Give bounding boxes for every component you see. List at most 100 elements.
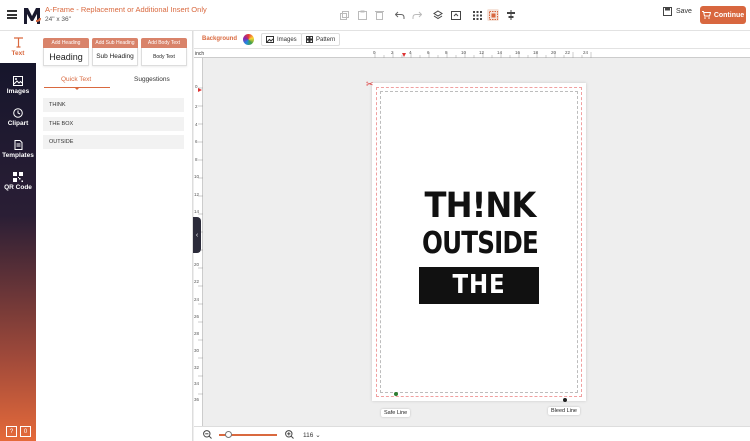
- ruler-tick-label: 32: [194, 365, 200, 370]
- left-sidebar: Text Images Clipart Templates QR Code ? …: [0, 31, 36, 441]
- bleed-line-marker: [563, 398, 567, 402]
- ruler-tick-label: 2: [195, 104, 198, 109]
- background-label[interactable]: Background: [202, 36, 237, 42]
- quick-text-item[interactable]: OUTSIDE: [43, 135, 184, 149]
- cart-icon: [701, 11, 711, 19]
- chevron-down-icon: ⌄: [315, 432, 321, 439]
- ruler-tick-label: 24: [583, 50, 589, 55]
- top-bar: A-Frame - Replacement or Additional Inse…: [0, 0, 750, 31]
- zoom-slider-thumb[interactable]: [225, 431, 233, 438]
- save-label: Save: [676, 8, 692, 15]
- text-panel: Add Heading Heading Add Sub Heading Sub …: [36, 31, 193, 441]
- zoom-out-icon[interactable]: [203, 430, 212, 439]
- preview-icon[interactable]: [450, 9, 462, 21]
- safe-line-marker: [394, 392, 398, 396]
- sidebar-item-label: Templates: [2, 151, 34, 159]
- tab-suggestions[interactable]: Suggestions: [134, 76, 170, 83]
- ruler-tick-label: 30: [194, 348, 200, 353]
- ruler-tick-label: 10: [194, 174, 200, 179]
- ruler-unit-label: inch: [195, 51, 205, 57]
- sidebar-item-label: Images: [6, 87, 30, 95]
- ruler-tick-label: 18: [533, 50, 539, 55]
- safe-line-label: Safe Line: [381, 409, 411, 417]
- add-sub-heading-button[interactable]: Add Sub Heading: [92, 38, 138, 48]
- image-icon: [266, 36, 274, 43]
- ruler-tick-label: 12: [479, 50, 485, 55]
- design-text-outside[interactable]: OUTSIDE: [414, 226, 545, 261]
- ruler-top: [194, 49, 750, 58]
- sidebar-item-text[interactable]: Text: [0, 31, 36, 63]
- ruler-tick-label: 34: [194, 381, 200, 386]
- continue-button[interactable]: Continue: [700, 6, 746, 24]
- align-icon[interactable]: [505, 9, 517, 21]
- paste-icon[interactable]: [356, 9, 368, 21]
- logo-icon: [24, 8, 41, 24]
- save-button[interactable]: Save: [663, 7, 692, 16]
- design-text-the-box-label: THE BOX: [450, 270, 508, 337]
- notification-count[interactable]: 0: [20, 426, 31, 437]
- ruler-tick-label: 36: [194, 397, 200, 402]
- add-heading-button[interactable]: Add Heading: [43, 38, 89, 48]
- sidebar-item-templates[interactable]: Templates: [0, 133, 36, 165]
- ruler-tick-label: 4: [409, 50, 412, 55]
- layers-icon[interactable]: [432, 9, 444, 21]
- clock-icon: [13, 107, 23, 118]
- pattern-button[interactable]: Pattern: [301, 33, 341, 46]
- chevron-left-icon: ‹: [195, 231, 199, 239]
- add-body-text-button[interactable]: Add Body Text: [141, 38, 187, 48]
- ruler-tick-label: 14: [497, 50, 503, 55]
- zoom-in-icon[interactable]: [285, 430, 294, 439]
- ruler-tick-label: 2: [391, 50, 394, 55]
- ruler-tick-label: 22: [194, 279, 200, 284]
- ruler-tick-label: 0: [195, 84, 198, 89]
- sidebar-item-label: Text: [11, 50, 25, 57]
- color-wheel-icon[interactable]: [243, 34, 254, 45]
- zoom-bar: 116 ⌄: [194, 426, 750, 441]
- ruler-tick-label: 24: [194, 297, 200, 302]
- qr-icon: [13, 171, 23, 182]
- design-text-think[interactable]: TH!NK: [406, 186, 553, 226]
- ruler-tick-label: 12: [194, 192, 200, 197]
- ruler-tick-label: 14: [194, 209, 200, 214]
- image-icon: [13, 75, 23, 86]
- canvas-toolbar: Background Images Pattern: [194, 31, 750, 49]
- zoom-value-text: 116: [303, 432, 314, 439]
- collapse-panel-button[interactable]: ‹: [193, 217, 201, 253]
- save-icon: [663, 7, 672, 16]
- background-images-button[interactable]: Images: [261, 33, 302, 46]
- ruler-tick-label: 4: [195, 122, 198, 127]
- bleed-guide-icon[interactable]: [487, 9, 499, 21]
- sidebar-bottom: ? 0: [6, 426, 31, 437]
- ruler-tick-label: 26: [194, 314, 200, 319]
- help-button[interactable]: ?: [6, 426, 17, 437]
- sidebar-item-qr-code[interactable]: QR Code: [0, 165, 36, 197]
- ruler-tick-label: 8: [195, 157, 198, 162]
- images-label: Images: [277, 36, 297, 43]
- design-text-the-box[interactable]: THE BOX: [419, 267, 539, 337]
- quick-text-item[interactable]: THE BOX: [43, 117, 184, 131]
- scissors-icon: ✂: [366, 79, 374, 89]
- duplicate-icon[interactable]: [338, 9, 350, 21]
- quick-text-item[interactable]: THINK: [43, 98, 184, 112]
- pattern-label: Pattern: [316, 36, 336, 43]
- ruler-tick-label: 10: [461, 50, 467, 55]
- delete-icon[interactable]: [373, 9, 385, 21]
- ruler-tick-label: 22: [565, 50, 571, 55]
- grid-icon[interactable]: [471, 9, 483, 21]
- sub-heading-preview[interactable]: Sub Heading: [92, 48, 138, 66]
- ruler-tick-label: 6: [195, 139, 198, 144]
- undo-icon[interactable]: [394, 9, 406, 21]
- tab-caret-icon: [74, 87, 80, 90]
- menu-icon[interactable]: [7, 10, 17, 19]
- body-text-preview[interactable]: Body Text: [141, 48, 187, 66]
- ruler-tick-label: 20: [194, 262, 200, 267]
- redo-icon[interactable]: [411, 9, 423, 21]
- sidebar-item-clipart[interactable]: Clipart: [0, 101, 36, 133]
- zoom-level-select[interactable]: 116 ⌄: [303, 431, 321, 439]
- heading-preview[interactable]: Heading: [43, 48, 89, 66]
- sidebar-item-label: QR Code: [4, 183, 32, 191]
- sidebar-item-images[interactable]: Images: [0, 69, 36, 101]
- pattern-icon: [306, 36, 313, 43]
- tab-quick-text[interactable]: Quick Text: [61, 76, 91, 83]
- ruler-tick-label: 6: [427, 50, 430, 55]
